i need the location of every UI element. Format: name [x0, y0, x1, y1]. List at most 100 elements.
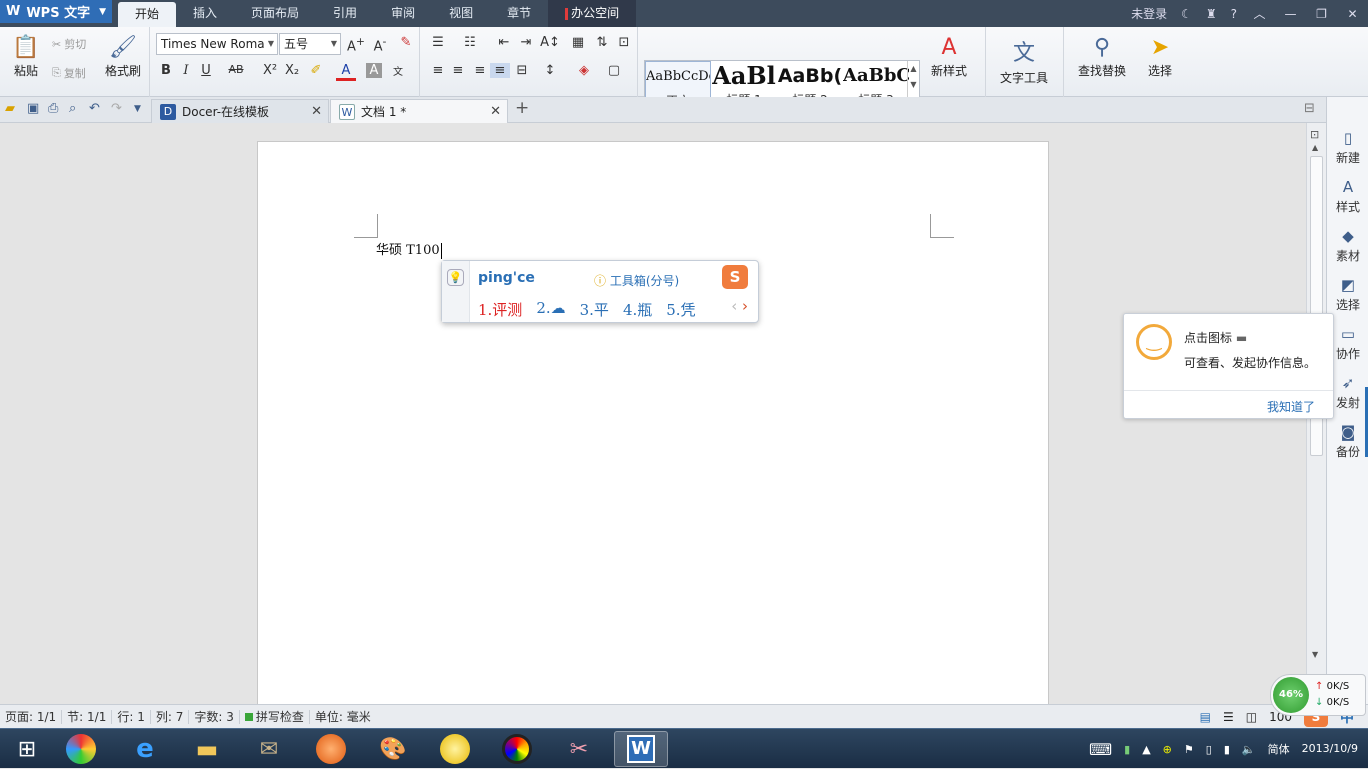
- network-speed-widget[interactable]: 46% ↑ 0K/S ↓ 0K/S: [1270, 674, 1366, 716]
- tab-label: 文档 1 *: [361, 105, 407, 119]
- status-section: 节: 1/1: [62, 709, 113, 724]
- tab-home[interactable]: 开始: [118, 2, 177, 27]
- redo-icon[interactable]: ↷: [111, 101, 122, 116]
- info-icon: ⓘ: [594, 274, 610, 288]
- tip-line-1-text: 点击图标: [1184, 331, 1233, 345]
- lightbulb-icon[interactable]: 💡: [447, 269, 464, 286]
- taskbar-app-4[interactable]: ✉: [242, 731, 296, 767]
- tab-office-space[interactable]: 办公空间: [548, 0, 637, 27]
- tip-ok-link[interactable]: 我知道了: [1267, 398, 1315, 415]
- print-icon[interactable]: ⎙: [48, 101, 58, 116]
- side-styles[interactable]: A 样式: [1327, 178, 1368, 215]
- keyboard-icon[interactable]: ⌨: [1089, 740, 1112, 759]
- collapse-ribbon-icon[interactable]: ︿: [1244, 5, 1275, 22]
- new-tab-icon[interactable]: +: [515, 98, 529, 118]
- side-material[interactable]: ◆ 素材: [1327, 227, 1368, 264]
- side-select[interactable]: ◩ 选择: [1327, 276, 1368, 313]
- status-spell-check[interactable]: 拼写检查: [240, 709, 310, 724]
- device-icon[interactable]: ▯: [1206, 743, 1212, 756]
- upload-speed: ↑ 0K/S: [1315, 681, 1349, 692]
- side-new[interactable]: ▯ 新建: [1327, 129, 1368, 166]
- ime-candidate-1[interactable]: 1.评测: [478, 299, 522, 320]
- document-body-text[interactable]: 华硕 T100: [376, 239, 442, 259]
- tab-docer-templates[interactable]: D Docer-在线模板 ✕: [151, 99, 329, 123]
- open-icon[interactable]: ▰: [5, 101, 15, 116]
- backup-icon: ◙: [1340, 423, 1356, 441]
- chevron-left-icon[interactable]: ‹: [731, 297, 737, 315]
- taskbar: ⊞ e ▬ ✉ 🎨 ✂ W ⌨ ▮ ▲ ⊕ ⚑ ▯ ▮ 🔈 简体 2013/10…: [0, 728, 1368, 768]
- signal-icon[interactable]: ▮: [1224, 743, 1230, 756]
- side-label: 素材: [1335, 249, 1360, 263]
- ime-candidate-2[interactable]: 2.☁: [536, 299, 565, 320]
- taskbar-app-7[interactable]: [428, 731, 482, 767]
- ime-toolbox-link[interactable]: ⓘ 工具箱(分号): [594, 272, 679, 289]
- scroll-top-icon[interactable]: ⊡: [1310, 128, 1319, 141]
- side-backup[interactable]: ◙ 备份: [1327, 423, 1368, 460]
- taskbar-app-9[interactable]: ✂: [552, 731, 606, 767]
- tab-view[interactable]: 视图: [432, 0, 490, 27]
- cursor-icon: ➤: [1150, 35, 1170, 60]
- upload-speed-value: 0K/S: [1326, 681, 1350, 692]
- taskbar-app-1[interactable]: [54, 731, 108, 767]
- status-unit[interactable]: 单位: 毫米: [310, 710, 376, 724]
- battery-icon[interactable]: ▮: [1124, 743, 1130, 756]
- select-button[interactable]: ➤ 选择: [1142, 35, 1178, 79]
- tab-chapter[interactable]: 章节: [490, 0, 548, 27]
- print-preview-icon[interactable]: ⌕: [69, 101, 76, 116]
- chevron-right-icon[interactable]: ›: [742, 297, 748, 315]
- ime-candidate-5[interactable]: 5.凭: [666, 299, 695, 320]
- login-link[interactable]: 未登录: [1124, 5, 1174, 22]
- tab-references[interactable]: 引用: [316, 0, 374, 27]
- app-menu-button[interactable]: W WPS 文字 ▼: [0, 0, 112, 23]
- outline-view-icon[interactable]: ☰: [1223, 710, 1234, 724]
- clipboard-group: [0, 27, 150, 97]
- paragraph-group: [420, 27, 638, 97]
- smiley-icon: ‿: [1136, 324, 1172, 360]
- taskbar-wps-writer[interactable]: W: [614, 731, 668, 767]
- restore-button[interactable]: ❐: [1306, 7, 1337, 21]
- start-button[interactable]: ⊞: [0, 731, 54, 767]
- scroll-up-icon[interactable]: ▲: [1312, 143, 1318, 152]
- save-icon[interactable]: ▣: [27, 101, 39, 116]
- select-label: 选择: [1147, 64, 1172, 78]
- close-icon[interactable]: ✕: [311, 104, 322, 119]
- taskbar-paint[interactable]: 🎨: [366, 731, 420, 767]
- styles-icon: A: [1342, 178, 1354, 196]
- docer-icon: D: [160, 103, 176, 120]
- web-view-icon[interactable]: ◫: [1246, 710, 1257, 724]
- find-replace-button[interactable]: ⚲ 查找替换: [1074, 35, 1130, 79]
- tab-insert[interactable]: 插入: [176, 0, 234, 27]
- skin-icon[interactable]: ☾: [1174, 7, 1199, 21]
- volume-icon[interactable]: 🔈: [1242, 743, 1256, 756]
- scroll-down-icon[interactable]: ▼: [1312, 650, 1318, 659]
- status-words[interactable]: 字数: 3: [189, 709, 240, 724]
- language-indicator[interactable]: 简体: [1268, 741, 1290, 757]
- quick-access-menu-icon[interactable]: ▼: [134, 104, 141, 114]
- taskbar-app-5[interactable]: [304, 731, 358, 767]
- close-icon[interactable]: ✕: [490, 104, 501, 119]
- tab-document-1[interactable]: W 文档 1 * ✕: [330, 99, 508, 123]
- flag-icon[interactable]: ⚑: [1184, 743, 1194, 756]
- wps-logo-icon: W: [6, 4, 21, 19]
- taskbar-explorer[interactable]: ▬: [180, 731, 234, 767]
- taskbar-ie[interactable]: e: [118, 731, 172, 767]
- title-bar: W WPS 文字 ▼ 开始 插入 页面布局 引用 审阅 视图 章节 办公空间 未…: [0, 0, 1368, 27]
- document-page[interactable]: 华硕 T100: [257, 141, 1049, 741]
- close-button[interactable]: ✕: [1337, 7, 1368, 21]
- tab-list-icon[interactable]: ⊟: [1304, 101, 1315, 116]
- shirt-icon[interactable]: ♜: [1199, 7, 1224, 21]
- clock[interactable]: 2013/10/9: [1302, 742, 1358, 756]
- show-hidden-icons-icon[interactable]: ▲: [1142, 743, 1150, 756]
- tab-page-layout[interactable]: 页面布局: [234, 0, 316, 27]
- ime-candidate-3[interactable]: 3.平: [580, 299, 609, 320]
- ime-candidate-2-label: 2.: [536, 299, 551, 317]
- tab-review[interactable]: 审阅: [374, 0, 432, 27]
- page-view-icon[interactable]: ▤: [1200, 710, 1211, 724]
- ime-candidate-4[interactable]: 4.瓶: [623, 299, 652, 320]
- status-col: 列: 7: [151, 709, 190, 724]
- undo-icon[interactable]: ↶: [89, 101, 100, 116]
- add-icon[interactable]: ⊕: [1163, 743, 1172, 756]
- help-button[interactable]: ?: [1224, 7, 1244, 21]
- taskbar-app-8[interactable]: [490, 731, 544, 767]
- minimize-button[interactable]: —: [1275, 7, 1306, 21]
